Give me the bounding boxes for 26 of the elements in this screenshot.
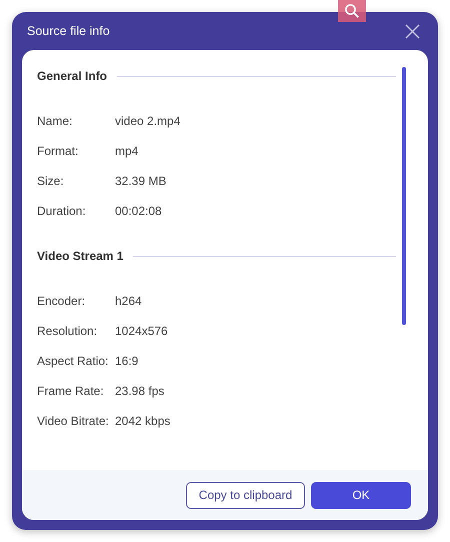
section-title: General Info bbox=[37, 69, 108, 83]
copy-button[interactable]: Copy to clipboard bbox=[186, 482, 305, 508]
field-label: Frame Rate: bbox=[37, 384, 105, 398]
field-label: Size: bbox=[37, 174, 65, 188]
window-title: Source file info bbox=[27, 24, 110, 38]
field-label: Duration: bbox=[37, 204, 87, 218]
field-label: Resolution: bbox=[37, 324, 98, 338]
field-value: 23.98 fps bbox=[115, 384, 164, 398]
field-label: Name: bbox=[37, 114, 74, 128]
ok-button[interactable]: OK bbox=[311, 482, 411, 508]
field-value: video 2.mp4 bbox=[115, 114, 180, 128]
field-value: 1024x576 bbox=[115, 324, 168, 338]
scrollbar[interactable] bbox=[402, 67, 406, 325]
field-label: Encoder: bbox=[37, 294, 86, 308]
section-title: Video Stream 1 bbox=[37, 249, 124, 263]
field-value: 16:9 bbox=[115, 354, 138, 368]
field-label: Format: bbox=[37, 144, 80, 158]
field-value: mp4 bbox=[115, 144, 138, 158]
search-icon bbox=[345, 4, 359, 18]
field-label: Aspect Ratio: bbox=[37, 354, 110, 368]
close-icon bbox=[404, 24, 420, 38]
field-value: 2042 kbps bbox=[115, 414, 170, 428]
field-value: 00:02:08 bbox=[115, 204, 162, 218]
field-label: Video Bitrate: bbox=[37, 414, 110, 428]
field-value: 32.39 MB bbox=[115, 174, 166, 188]
field-value: h264 bbox=[115, 294, 142, 308]
